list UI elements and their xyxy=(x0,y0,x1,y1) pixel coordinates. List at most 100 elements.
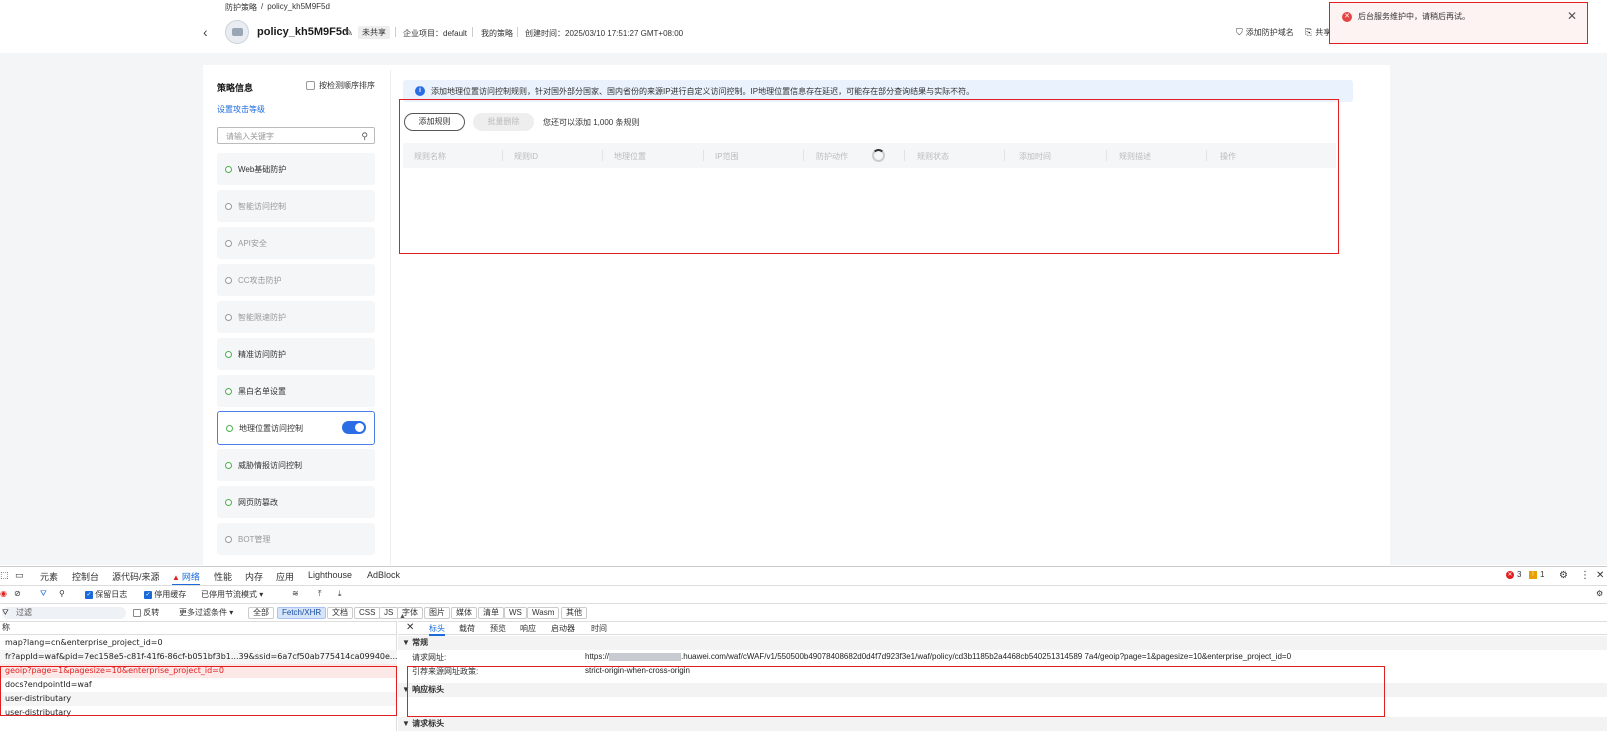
divider xyxy=(472,27,473,37)
request-row[interactable]: fr?appId=waf&pid=7ec158e5-c81f-41f6-86cf… xyxy=(0,650,397,664)
column-header: 添加时间 xyxy=(1019,152,1051,161)
filter-type-wasm[interactable]: Wasm xyxy=(527,607,560,619)
gear-icon[interactable]: ⚙ xyxy=(1559,570,1568,581)
status-dot-icon xyxy=(226,424,233,432)
network-conditions-icon[interactable]: ≋ xyxy=(292,589,299,598)
sidebar-item-cc-protection[interactable]: CC攻击防护 xyxy=(217,264,375,296)
share-button[interactable]: ⎘ 共享 xyxy=(1305,27,1331,38)
filter-type-fetch-xhr[interactable]: Fetch/XHR xyxy=(277,607,327,619)
record-icon[interactable]: ◉ xyxy=(0,589,7,598)
filter-type-js[interactable]: JS xyxy=(379,607,399,619)
edit-icon[interactable]: ✎ xyxy=(344,26,353,39)
sidebar-item-tamper-protection[interactable]: 网页防篡改 xyxy=(217,486,375,518)
sidebar-title: 策略信息 xyxy=(217,83,254,93)
sidebar-item-precise-access[interactable]: 精准访问防护 xyxy=(217,338,375,370)
sidebar-item-geo-access[interactable]: 地理位置访问控制 xyxy=(217,411,375,445)
remaining-rules-text: 您还可以添加 1,000 条规则 xyxy=(543,118,640,127)
tab-elements[interactable]: 元素 xyxy=(40,570,58,583)
status-dot-icon xyxy=(225,350,232,358)
tab-payload[interactable]: 载荷 xyxy=(459,623,475,634)
batch-delete-button[interactable]: 批量删除 xyxy=(473,113,534,131)
column-header: IP范围 xyxy=(715,152,739,161)
sort-checkbox[interactable]: 按检测顺序排序 xyxy=(306,80,375,91)
warning-icon: ! xyxy=(1529,570,1537,579)
preserve-log-checkbox[interactable]: ✓ 保留日志 xyxy=(85,589,127,600)
detail-highlight-box xyxy=(407,666,1385,717)
more-menu-icon[interactable]: ⋮ xyxy=(1580,570,1590,581)
filter-type-img[interactable]: 图片 xyxy=(424,607,450,619)
search-icon[interactable]: ⚲ xyxy=(59,589,65,598)
filter-type-other[interactable]: 其他 xyxy=(561,607,587,619)
invert-checkbox[interactable]: 反转 xyxy=(133,607,159,618)
sidebar-item-smart-access[interactable]: 智能访问控制 xyxy=(217,190,375,222)
column-header: 防护动作 xyxy=(816,152,848,161)
filter-input[interactable]: 过滤 xyxy=(2,607,126,619)
disable-cache-label: 停用缓存 xyxy=(154,590,187,599)
sidebar-item-rate-limit[interactable]: 智能限速防护 xyxy=(217,301,375,333)
filter-icon[interactable]: ⛛ xyxy=(40,589,47,599)
tab-console[interactable]: 控制台 xyxy=(72,570,99,583)
warning-counter[interactable]: ! 1 xyxy=(1529,570,1544,579)
tab-network[interactable]: ▲ 网络 xyxy=(172,570,200,586)
column-header: 规则ID xyxy=(514,152,538,161)
tab-preview[interactable]: 预览 xyxy=(490,623,506,634)
clear-icon[interactable]: ⊘ xyxy=(14,589,21,598)
status-dot-icon xyxy=(225,498,232,506)
filter-type-media[interactable]: 媒体 xyxy=(451,607,477,619)
tab-response[interactable]: 响应 xyxy=(520,623,536,634)
sidebar-item-blacklist[interactable]: 黑白名单设置 xyxy=(217,375,375,407)
status-dot-icon xyxy=(225,461,232,469)
download-icon[interactable]: ⤓ xyxy=(338,589,342,599)
divider xyxy=(502,150,503,161)
tab-initiator[interactable]: 启动器 xyxy=(551,623,575,634)
general-section-header[interactable]: ▼ 常规 xyxy=(398,636,1607,650)
tab-adblock[interactable]: AdBlock xyxy=(367,570,400,580)
gear-icon[interactable]: ⚙ xyxy=(1596,589,1603,598)
add-domain-button[interactable]: ⛉ 添加防护域名 xyxy=(1236,27,1294,38)
close-icon[interactable]: ✕ xyxy=(1567,9,1577,23)
error-counter[interactable]: ✕ 3 xyxy=(1506,570,1521,579)
inspect-icon[interactable]: ⬚ xyxy=(0,570,9,581)
add-domain-label: 添加防护域名 xyxy=(1245,28,1294,37)
divider xyxy=(1004,150,1005,161)
tab-application[interactable]: 应用 xyxy=(276,570,294,583)
filter-type-css[interactable]: CSS xyxy=(354,607,381,619)
back-arrow-icon[interactable]: ‹ xyxy=(203,25,217,39)
sidebar-item-bot[interactable]: BOT管理 xyxy=(217,523,375,555)
tab-memory[interactable]: 内存 xyxy=(245,570,263,583)
request-headers-section[interactable]: ▼ 请求标头 xyxy=(398,717,1607,731)
tab-sources[interactable]: 源代码/来源 xyxy=(112,570,160,583)
checkbox-checked-icon: ✓ xyxy=(144,590,152,599)
filter-type-all[interactable]: 全部 xyxy=(248,607,274,619)
warning-icon: ▲ xyxy=(172,573,180,582)
add-rule-button[interactable]: 添加规则 xyxy=(404,113,465,131)
tab-lighthouse[interactable]: Lighthouse xyxy=(308,570,352,580)
filter-type-manifest[interactable]: 清单 xyxy=(478,607,504,619)
sort-label: 按检测顺序排序 xyxy=(319,81,375,90)
scroll-up-icon[interactable]: ▲ xyxy=(399,613,406,621)
search-icon[interactable]: ⚲ xyxy=(361,131,368,142)
filter-type-ws[interactable]: WS xyxy=(504,607,527,619)
sidebar-item-threat-intel[interactable]: 威胁情报访问控制 xyxy=(217,449,375,481)
tab-timing[interactable]: 时间 xyxy=(591,623,607,634)
created-time: 创建时间：2025/03/10 17:51:27 GMT+08:00 xyxy=(525,29,684,38)
breadcrumb-parent[interactable]: 防护策略 xyxy=(225,2,257,13)
filter-type-doc[interactable]: 文档 xyxy=(327,607,353,619)
close-icon[interactable]: ✕ xyxy=(406,622,414,633)
device-toggle-icon[interactable]: ▭ xyxy=(15,570,24,581)
disable-cache-checkbox[interactable]: ✓ 停用缓存 xyxy=(144,589,186,600)
upload-icon[interactable]: ⤒ xyxy=(318,589,322,599)
geo-access-toggle[interactable] xyxy=(342,421,366,434)
sidebar-search-input[interactable]: 请输入关键字 ⚲ xyxy=(217,127,375,144)
filter-bar: 过滤 ⛛ 反转 更多过滤条件 ▾ 全部 Fetch/XHR 文档 CSS JS … xyxy=(0,603,1607,621)
more-filters-dropdown[interactable]: 更多过滤条件 ▾ xyxy=(179,607,233,618)
attack-level-link[interactable]: 设置攻击等级 xyxy=(217,104,265,115)
sidebar-item-api-security[interactable]: API安全 xyxy=(217,227,375,259)
tab-headers[interactable]: 标头 xyxy=(429,623,445,636)
sidebar-item-web-basic[interactable]: Web基础防护 xyxy=(217,153,375,185)
request-row[interactable]: map?lang=cn&enterprise_project_id=0 xyxy=(0,636,397,650)
status-dot-icon xyxy=(225,387,232,395)
throttle-select[interactable]: 已停用节流模式 ▾ xyxy=(201,589,263,600)
tab-performance[interactable]: 性能 xyxy=(214,570,232,583)
close-icon[interactable]: ✕ xyxy=(1596,570,1604,581)
